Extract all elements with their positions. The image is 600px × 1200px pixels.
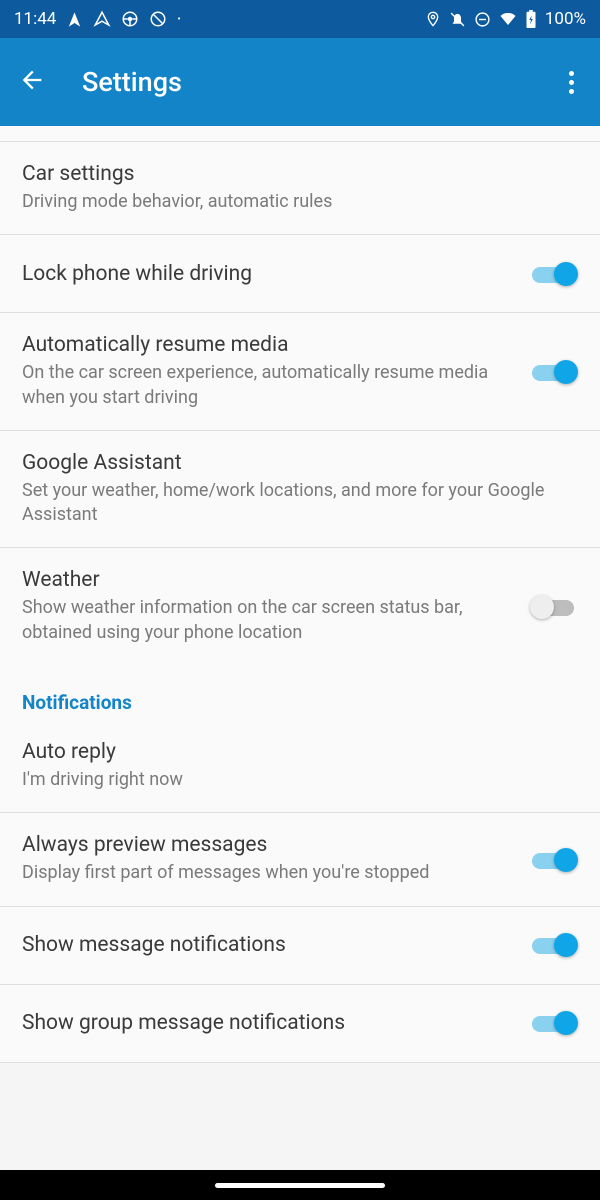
row-subtitle: Show weather information on the car scre… — [22, 596, 520, 645]
row-title: Automatically resume media — [22, 333, 520, 357]
location-icon — [425, 11, 441, 27]
weather-row[interactable]: Weather Show weather information on the … — [0, 548, 600, 665]
row-subtitle: I'm driving right now — [22, 768, 568, 792]
minus-circle-icon — [474, 11, 491, 28]
alarm-off-icon — [449, 11, 466, 28]
always-preview-toggle[interactable] — [530, 846, 578, 874]
auto-resume-toggle[interactable] — [530, 358, 578, 386]
row-title: Weather — [22, 568, 520, 592]
status-right: 100% — [425, 9, 586, 29]
lock-phone-row[interactable]: Lock phone while driving — [0, 235, 600, 313]
show-message-toggle[interactable] — [530, 931, 578, 959]
show-message-notifications-row[interactable]: Show message notifications — [0, 907, 600, 985]
lock-phone-toggle[interactable] — [530, 260, 578, 288]
notifications-section-header: Notifications — [0, 665, 600, 720]
status-time: 11:44 — [14, 9, 56, 29]
navigation-bar — [0, 1170, 600, 1200]
dot-icon: • — [177, 14, 180, 25]
row-subtitle: Set your weather, home/work locations, a… — [22, 479, 568, 528]
auto-resume-media-row[interactable]: Automatically resume media On the car sc… — [0, 313, 600, 431]
google-assistant-row[interactable]: Google Assistant Set your weather, home/… — [0, 431, 600, 549]
settings-list: Car settings Driving mode behavior, auto… — [0, 126, 600, 1063]
navigation-icon — [66, 11, 83, 28]
spacer — [0, 126, 600, 142]
status-left: 11:44 • — [14, 9, 181, 29]
row-subtitle: Display first part of messages when you'… — [22, 861, 520, 885]
do-not-disturb-icon — [149, 10, 167, 28]
android-auto-icon — [93, 10, 111, 28]
row-title: Show group message notifications — [22, 1011, 520, 1035]
always-preview-row[interactable]: Always preview messages Display first pa… — [0, 813, 600, 906]
steering-wheel-icon — [121, 10, 139, 28]
battery-icon — [525, 10, 537, 28]
home-indicator[interactable] — [215, 1183, 385, 1188]
row-title: Show message notifications — [22, 933, 520, 957]
section-label: Notifications — [22, 691, 578, 714]
car-settings-row[interactable]: Car settings Driving mode behavior, auto… — [0, 142, 600, 235]
row-subtitle: Driving mode behavior, automatic rules — [22, 190, 568, 214]
row-subtitle: On the car screen experience, automatica… — [22, 361, 520, 410]
auto-reply-row[interactable]: Auto reply I'm driving right now — [0, 720, 600, 813]
row-title: Car settings — [22, 162, 568, 186]
app-bar: Settings — [0, 38, 600, 126]
row-title: Always preview messages — [22, 833, 520, 857]
wifi-icon — [499, 10, 517, 28]
row-title: Auto reply — [22, 740, 568, 764]
overflow-menu-button[interactable] — [561, 63, 582, 102]
weather-toggle[interactable] — [530, 593, 578, 621]
row-title: Google Assistant — [22, 451, 568, 475]
page-title: Settings — [82, 66, 561, 98]
row-title: Lock phone while driving — [22, 262, 520, 286]
show-group-notifications-row[interactable]: Show group message notifications — [0, 985, 600, 1063]
show-group-toggle[interactable] — [530, 1009, 578, 1037]
battery-percent: 100% — [545, 9, 586, 29]
status-bar: 11:44 • 100% — [0, 0, 600, 38]
back-button[interactable] — [18, 66, 46, 98]
